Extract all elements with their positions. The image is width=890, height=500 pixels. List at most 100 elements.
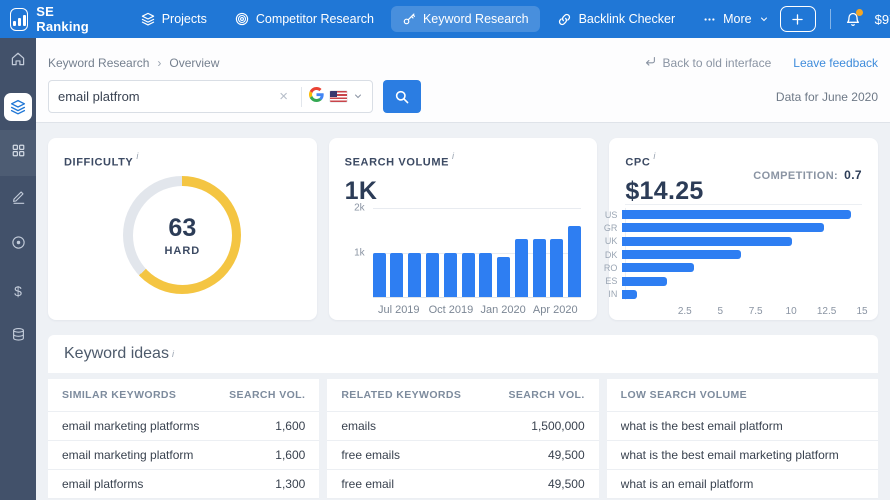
home-icon xyxy=(10,51,26,72)
table-row[interactable]: free email 49,500 xyxy=(327,470,598,499)
related-keywords-table: RELATED KEYWORDS SEARCH VOL. emails 1,50… xyxy=(327,379,598,499)
cpc-title: CPC xyxy=(625,156,650,168)
table-row[interactable]: email marketing platform 1,600 xyxy=(48,441,319,470)
brand-name: SE Ranking xyxy=(36,4,93,34)
breadcrumb-chevron-icon: › xyxy=(157,56,161,70)
difficulty-title: DIFFICULTY xyxy=(64,156,133,168)
volume-bar xyxy=(444,253,457,298)
table-header-row: RELATED KEYWORDS SEARCH VOL. xyxy=(327,379,598,412)
search-vol-cell: 49,500 xyxy=(548,477,585,491)
search-vol-cell: 1,600 xyxy=(275,448,305,462)
volume-bar xyxy=(462,253,475,298)
keyword-cell[interactable]: free emails xyxy=(341,448,548,462)
search-volume-title: SEARCH VOLUME xyxy=(345,156,449,168)
difficulty-gauge: 63 HARD xyxy=(123,176,241,294)
table-row[interactable]: email marketing platforms 1,600 xyxy=(48,412,319,441)
column-header: LOW SEARCH VOLUME xyxy=(621,389,864,401)
volume-bar xyxy=(533,239,546,297)
breadcrumb-current[interactable]: Overview xyxy=(169,56,219,70)
table-header-row: LOW SEARCH VOLUME xyxy=(607,379,878,412)
search-vol-cell: 1,300 xyxy=(275,477,305,491)
breadcrumb-parent[interactable]: Keyword Research xyxy=(48,56,149,70)
target-icon xyxy=(11,235,26,255)
keyword-cell[interactable]: what is an email platform xyxy=(621,477,864,491)
sidebar-item-apps[interactable] xyxy=(0,130,36,176)
keyword-cell[interactable]: email marketing platform xyxy=(62,448,275,462)
sidebar-item-target[interactable] xyxy=(0,222,36,268)
column-header: SIMILAR KEYWORDS xyxy=(62,389,229,401)
account-balance[interactable]: $9740.85104 xyxy=(875,12,890,27)
nav-item-label: Projects xyxy=(162,12,207,26)
nav-item-keyword-research[interactable]: Keyword Research xyxy=(391,6,540,32)
country-label: ES xyxy=(602,276,622,286)
notifications-bell-icon[interactable] xyxy=(845,11,861,28)
sidebar-item-billing[interactable]: $ xyxy=(0,268,36,314)
table-row[interactable]: emails 1,500,000 xyxy=(327,412,598,441)
clear-search-icon[interactable]: × xyxy=(273,88,294,105)
cpc-row: RO xyxy=(626,261,862,274)
x-axis-tick: 2.5 xyxy=(678,306,692,317)
table-row[interactable]: what is the best email marketing platfor… xyxy=(607,441,878,470)
keyword-cell[interactable]: email marketing platforms xyxy=(62,419,275,433)
country-label: IN xyxy=(602,289,622,299)
keyword-cell[interactable]: what is the best email platform xyxy=(621,419,864,433)
nav-item-label: More xyxy=(723,12,751,26)
left-sidebar: $ xyxy=(0,38,36,500)
difficulty-score: 63 xyxy=(168,214,196,243)
keyword-ideas-header: Keyword ideasi xyxy=(48,335,878,373)
cpc-bar xyxy=(622,250,740,259)
cpc-card: CPCi $14.25 COMPETITION:0.7 USGRUKDKROES… xyxy=(609,138,878,320)
database-icon xyxy=(11,327,26,347)
keyword-cell[interactable]: email platforms xyxy=(62,477,275,491)
search-button[interactable] xyxy=(383,80,421,113)
x-axis-tick: 5 xyxy=(717,306,723,317)
keyword-cell[interactable]: emails xyxy=(341,419,531,433)
cpc-row: UK xyxy=(626,235,862,248)
sidebar-item-home[interactable] xyxy=(0,38,36,84)
search-engine-selector[interactable] xyxy=(309,87,363,107)
nav-item-backlink-checker[interactable]: Backlink Checker xyxy=(546,6,687,33)
nav-item-projects[interactable]: Projects xyxy=(130,6,218,32)
nav-item-more[interactable]: More xyxy=(692,6,779,32)
similar-keywords-table: SIMILAR KEYWORDS SEARCH VOL. email marke… xyxy=(48,379,319,499)
volume-bar xyxy=(373,253,386,298)
back-to-old-interface-link[interactable]: Back to old interface xyxy=(644,55,772,71)
bar-chart-logo-icon xyxy=(10,8,28,31)
search-volume-chart: 2k1k xyxy=(345,208,582,298)
sidebar-item-editor[interactable] xyxy=(0,176,36,222)
info-icon[interactable]: i xyxy=(653,151,655,161)
table-row[interactable]: free emails 49,500 xyxy=(327,441,598,470)
table-row[interactable]: what is an email platform xyxy=(607,470,878,499)
keyword-cell[interactable]: what is the best email marketing platfor… xyxy=(621,448,864,462)
volume-bar xyxy=(497,257,510,297)
table-row[interactable]: what is the best email platform xyxy=(607,412,878,441)
keyword-search-input[interactable] xyxy=(58,89,273,104)
keyword-cell[interactable]: free email xyxy=(341,477,548,491)
sidebar-item-keyword-research[interactable] xyxy=(0,84,36,130)
competition: COMPETITION:0.7 xyxy=(753,168,862,182)
volume-bar xyxy=(550,239,563,297)
metric-cards: DIFFICULTYi 63 HARD SEARCH VOLUMEi 1K xyxy=(48,138,878,320)
brand-logo[interactable]: SE Ranking xyxy=(10,4,94,34)
nav-item-label: Competitor Research xyxy=(256,12,374,26)
keyword-ideas-title: Keyword ideas xyxy=(64,345,169,363)
x-axis-tick: 15 xyxy=(856,306,867,317)
info-icon[interactable]: i xyxy=(172,349,174,359)
nav-items: Projects Competitor Research Keyword Res… xyxy=(130,6,780,33)
x-axis-label: Jan 2020 xyxy=(480,304,525,316)
add-button[interactable] xyxy=(780,6,816,32)
return-arrow-icon xyxy=(644,55,657,71)
nav-item-competitor-research[interactable]: Competitor Research xyxy=(224,6,385,32)
search-volume-x-labels: Jul 2019Oct 2019Jan 2020Apr 2020 xyxy=(373,304,582,318)
nav-item-label: Backlink Checker xyxy=(579,12,676,26)
cpc-row: ES xyxy=(626,274,862,287)
volume-bar xyxy=(568,226,581,297)
info-icon[interactable]: i xyxy=(452,151,454,161)
sidebar-item-database[interactable] xyxy=(0,314,36,360)
leave-feedback-link[interactable]: Leave feedback xyxy=(793,56,878,70)
table-row[interactable]: email platforms 1,300 xyxy=(48,470,319,499)
breadcrumb: Keyword Research › Overview Back to old … xyxy=(48,55,878,71)
chevron-down-icon xyxy=(759,14,769,24)
country-label: UK xyxy=(602,236,622,246)
info-icon[interactable]: i xyxy=(136,151,138,161)
